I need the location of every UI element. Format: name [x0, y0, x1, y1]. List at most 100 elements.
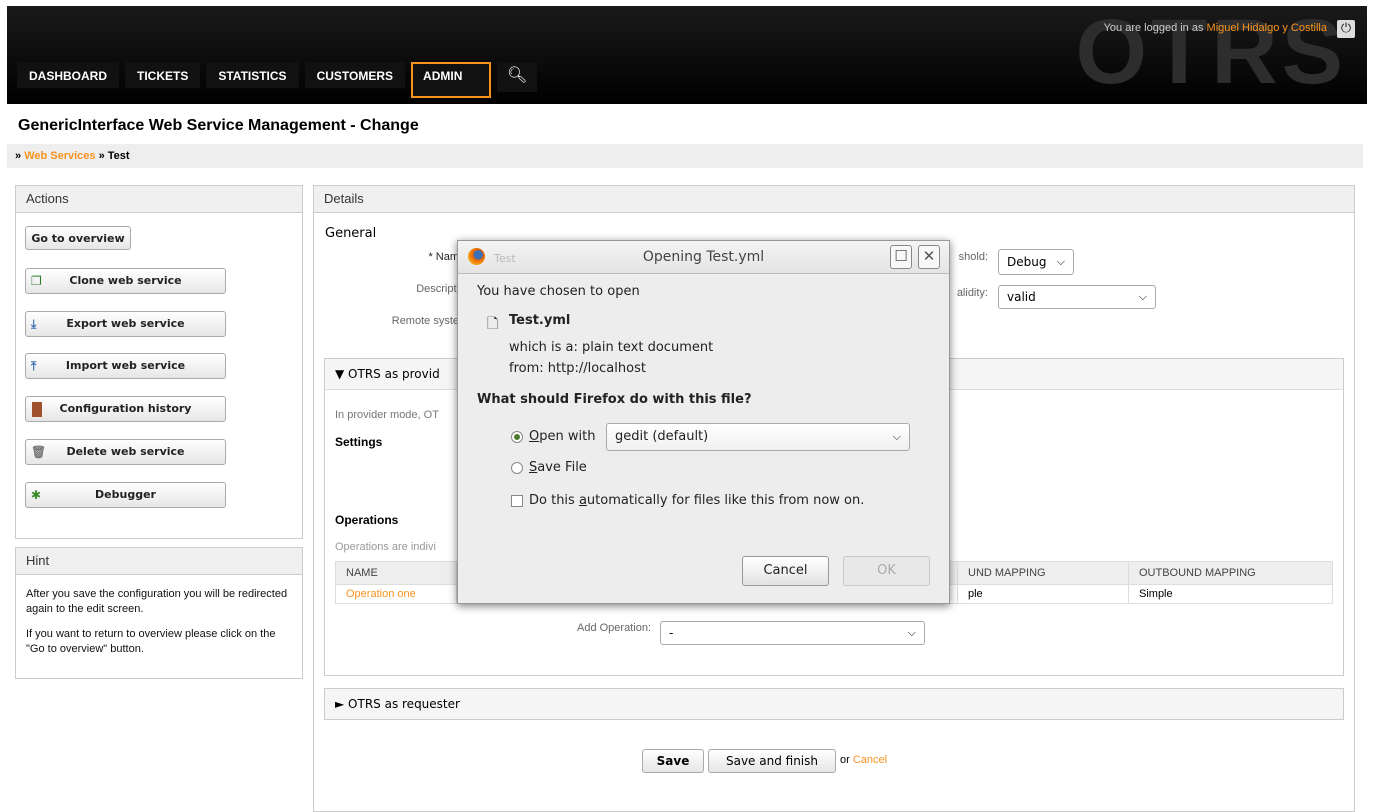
download-icon: ⤓: [31, 317, 37, 331]
delete-web-service-button[interactable]: 🗑︎ Delete web service: [25, 439, 226, 465]
auto-checkbox[interactable]: [511, 495, 523, 507]
debug-threshold-select[interactable]: Debug ⌵: [998, 249, 1074, 275]
go-to-overview-button[interactable]: Go to overview: [25, 226, 131, 250]
requester-section: ► OTRS as requester: [324, 688, 1344, 720]
close-icon[interactable]: ✕: [918, 245, 940, 269]
description-label: Descripti: [416, 283, 459, 295]
export-label: Export web service: [66, 317, 185, 330]
go-to-overview-label: Go to overview: [31, 232, 125, 245]
book-icon: [32, 402, 42, 417]
user-name-link[interactable]: Miguel Hidalgo y Costilla: [1207, 22, 1327, 34]
open-with-app-select[interactable]: gedit (default) ⌵: [606, 423, 910, 451]
search-icon[interactable]: 🔍︎: [497, 62, 538, 92]
requester-title: OTRS as requester: [348, 697, 460, 711]
settings-heading: Settings: [335, 435, 383, 449]
col-name: NAME: [335, 561, 457, 585]
validity-value: valid: [1007, 290, 1036, 304]
operation-outbound-mapping: Simple: [1128, 584, 1333, 604]
open-with-label: Open with: [529, 429, 596, 444]
save-file-radio[interactable]: [511, 462, 523, 474]
operations-heading: Operations: [335, 513, 399, 527]
remote-system-label: Remote syste: [391, 315, 459, 327]
auto-label: Do this automatically for files like thi…: [529, 493, 865, 508]
logout-icon[interactable]: ⏻: [1337, 20, 1355, 38]
hint-paragraph-2: If you want to return to overview please…: [26, 628, 276, 655]
nav-statistics[interactable]: STATISTICS: [206, 62, 299, 88]
operation-name-link[interactable]: Operation one: [335, 584, 457, 604]
debug-threshold-value: Debug: [1007, 255, 1047, 269]
breadcrumb: » Web Services » Test: [7, 144, 1363, 168]
provider-description: In provider mode, OT: [335, 409, 439, 421]
bug-icon: ✱: [31, 488, 42, 502]
trash-icon: 🗑︎: [31, 445, 47, 459]
dialog-title: Opening Test.yml: [642, 249, 765, 265]
hint-text: After you save the configuration you wil…: [16, 575, 302, 657]
history-label: Configuration history: [59, 402, 192, 415]
col-outbound-mapping: OUTBOUND MAPPING: [1128, 561, 1333, 585]
breadcrumb-web-services-link[interactable]: Web Services: [24, 150, 95, 162]
add-operation-select[interactable]: - ⌵: [660, 621, 925, 645]
name-label: * Nam: [428, 251, 459, 263]
or-label: or: [840, 754, 850, 766]
file-type: which is a: plain text document: [509, 340, 714, 355]
save-file-label: Save File: [529, 460, 587, 475]
validity-label: alidity:: [956, 287, 988, 299]
cancel-link[interactable]: Cancel: [853, 754, 887, 766]
validity-select[interactable]: valid ⌵: [998, 285, 1156, 309]
top-header: OTRS You are logged in as Miguel Hidalgo…: [7, 6, 1367, 104]
nav-customers[interactable]: CUSTOMERS: [304, 62, 406, 88]
chevron-down-icon: ⌵: [1056, 255, 1065, 268]
general-heading: General: [325, 226, 377, 241]
clone-label: Clone web service: [69, 274, 182, 287]
chevron-down-icon: ⌵: [907, 626, 916, 639]
col-inbound-mapping: UND MAPPING: [957, 561, 1129, 585]
provider-title: OTRS as provid: [348, 367, 440, 381]
file-source: from: http://localhost: [509, 361, 646, 376]
login-info: You are logged in as Miguel Hidalgo y Co…: [1104, 22, 1327, 34]
save-button[interactable]: Save: [642, 749, 704, 773]
requester-header[interactable]: ► OTRS as requester: [325, 689, 1343, 719]
hint-title: Hint: [16, 548, 302, 575]
chevron-down-icon: ⌵: [892, 430, 901, 443]
operations-description: Operations are indivi: [335, 541, 436, 553]
copy-icon: ❐: [31, 274, 42, 288]
hint-paragraph-1: After you save the configuration you wil…: [26, 588, 288, 615]
maximize-icon[interactable]: ☐: [890, 245, 912, 269]
dialog-cancel-button[interactable]: Cancel: [742, 556, 829, 586]
debugger-button[interactable]: ✱ Debugger: [25, 482, 226, 508]
file-icon: 🗋︎: [487, 316, 499, 332]
details-title: Details: [314, 186, 1354, 213]
main-nav: DASHBOARD TICKETS STATISTICS CUSTOMERS A…: [17, 62, 538, 98]
nav-dashboard[interactable]: DASHBOARD: [17, 62, 119, 88]
operation-inbound-mapping: ple: [957, 584, 1129, 604]
configuration-history-button[interactable]: Configuration history: [25, 396, 226, 422]
dialog-titlebar[interactable]: Test Opening Test.yml ☐ ✕: [458, 241, 949, 274]
import-label: Import web service: [65, 359, 186, 372]
chosen-text: You have chosen to open: [477, 284, 640, 299]
add-operation-label: Add Operation:: [577, 622, 651, 634]
page-title: GenericInterface Web Service Management …: [18, 117, 419, 134]
hint-panel: Hint After you save the configuration yo…: [15, 547, 303, 679]
open-with-app-value: gedit (default): [615, 429, 709, 444]
clone-web-service-button[interactable]: ❐ Clone web service: [25, 268, 226, 294]
debug-threshold-label: shold:: [958, 251, 988, 263]
actions-title: Actions: [16, 186, 302, 213]
import-web-service-button[interactable]: ⤒ Import web service: [25, 353, 226, 379]
actions-panel: Actions Go to overview ❐ Clone web servic…: [15, 185, 303, 539]
export-web-service-button[interactable]: ⤓ Export web service: [25, 311, 226, 337]
dialog-ok-button[interactable]: OK: [843, 556, 930, 586]
login-prefix: You are logged in as: [1103, 22, 1204, 34]
nav-tickets[interactable]: TICKETS: [125, 62, 201, 88]
open-with-radio[interactable]: [511, 431, 523, 443]
nav-admin[interactable]: ADMIN: [411, 62, 492, 98]
delete-label: Delete web service: [66, 445, 185, 458]
chevron-down-icon: ⌵: [1138, 290, 1147, 303]
breadcrumb-current: Test: [107, 150, 130, 162]
add-operation-value: -: [669, 626, 674, 640]
otrs-logo: OTRS: [1075, 1, 1347, 103]
file-download-dialog: Test Opening Test.yml ☐ ✕ You have chose…: [457, 240, 950, 604]
upload-icon: ⤒: [31, 359, 37, 373]
or-text: or Cancel: [840, 754, 887, 766]
filename: Test.yml: [509, 313, 571, 328]
save-and-finish-button[interactable]: Save and finish: [708, 749, 836, 773]
